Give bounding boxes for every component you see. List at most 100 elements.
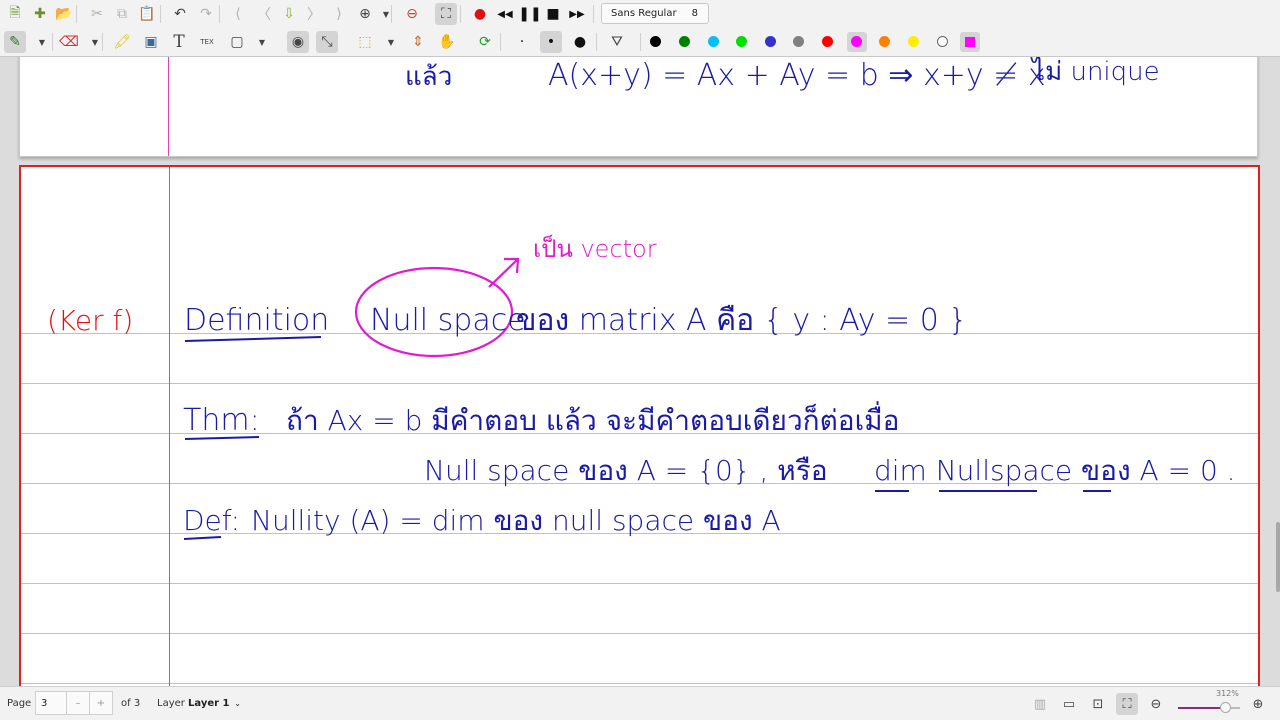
color-swatch[interactable] bbox=[908, 36, 919, 47]
pen-tool-dropdown-icon[interactable]: ▼ bbox=[37, 31, 47, 53]
text-tool-icon[interactable]: T bbox=[168, 31, 190, 53]
color-swatch[interactable] bbox=[650, 36, 661, 47]
presentation-mode-icon[interactable]: ▭ bbox=[1058, 693, 1080, 715]
previous-page-icon[interactable]: 〈 bbox=[253, 3, 275, 25]
insert-page-icon[interactable]: ⊕ bbox=[354, 3, 376, 25]
rewind-icon[interactable]: ◀◀ bbox=[494, 3, 516, 25]
color-swatch[interactable] bbox=[793, 36, 804, 47]
ink-thm-label: Thm: bbox=[183, 403, 260, 438]
thick-size-icon[interactable]: ● bbox=[569, 31, 591, 53]
pen-tool-icon[interactable]: ✎ bbox=[4, 31, 26, 53]
ink-math-axy: A(x+y) = Ax + Ay = b ⇒ x+y ≠ x bbox=[548, 58, 1046, 93]
open-folder-icon[interactable]: 📂 bbox=[53, 3, 75, 25]
page-number-input[interactable]: 3 bbox=[35, 691, 67, 715]
color-swatch[interactable] bbox=[708, 36, 719, 47]
shape-tool-icon[interactable]: ▢ bbox=[226, 31, 248, 53]
stop-icon[interactable]: ■ bbox=[542, 3, 564, 25]
zoom-slider-track[interactable] bbox=[1178, 707, 1226, 709]
ink-null-space: Null space bbox=[370, 303, 526, 338]
ink-def-text: Nullity (A) = dim ของ null space ของ A bbox=[251, 504, 781, 537]
redo-icon[interactable]: ↷ bbox=[195, 3, 217, 25]
record-icon[interactable]: ● bbox=[469, 3, 491, 25]
last-page-icon[interactable]: ⟩ bbox=[328, 3, 350, 25]
zoom-100-icon[interactable]: ⊡ bbox=[1087, 693, 1109, 715]
font-selector-button[interactable]: Sans Regular 8 bbox=[601, 3, 709, 24]
shape-tool-dropdown-icon[interactable]: ▼ bbox=[257, 31, 267, 53]
vertical-scrollbar[interactable] bbox=[1276, 522, 1280, 592]
page-decrement-button[interactable]: – bbox=[66, 691, 90, 715]
ink-annotation-vector: เป็น vector bbox=[533, 234, 657, 263]
page-increment-button[interactable]: + bbox=[89, 691, 113, 715]
custom-color-button[interactable] bbox=[960, 32, 980, 52]
toolbar-separator bbox=[160, 5, 161, 23]
page-count: of 3 bbox=[121, 698, 141, 709]
document-canvas[interactable]: แล้ว A(x+y) = Ax + Ay = b ⇒ x+y ≠ x ไม่ … bbox=[0, 57, 1280, 686]
ink-thm-line2a: Null space ของ A = {0} , หรือ bbox=[424, 454, 828, 487]
toolbar-separator bbox=[596, 33, 597, 51]
fill-icon[interactable]: ⛛ bbox=[606, 31, 628, 53]
tools-toolbar: ✎ ▼ ⌫ ▼ 🖍 ▣ T TEX ▢ ▼ ◉ ⤡ ⬚ ▼ ⇕ ✋ ⟳ · • ● ⛛ bbox=[0, 28, 1280, 57]
custom-color-square-icon bbox=[965, 37, 975, 47]
ink-definition-text: ของ matrix A คือ { y : Ay = 0 } bbox=[516, 303, 967, 338]
layout-pair-icon[interactable]: ▥ bbox=[1029, 693, 1051, 715]
insert-page-dropdown-icon[interactable]: ▼ bbox=[381, 3, 391, 25]
layer-selector[interactable]: Layer 1 ⌄ bbox=[183, 691, 253, 715]
toolbar-separator bbox=[391, 5, 392, 23]
goto-page-icon[interactable]: ⇩ bbox=[278, 3, 300, 25]
ink-definition-label: Definition bbox=[184, 303, 329, 338]
highlighter-tool-icon[interactable]: 🖍 bbox=[111, 31, 133, 53]
first-page-icon[interactable]: ⟨ bbox=[227, 3, 249, 25]
zoom-out-icon[interactable]: ⊖ bbox=[1145, 693, 1167, 715]
zoom-fit-icon[interactable]: ⛶ bbox=[1116, 693, 1138, 715]
fast-forward-icon[interactable]: ▶▶ bbox=[566, 3, 588, 25]
toolbar-separator bbox=[460, 5, 461, 23]
layer-label: Layer bbox=[157, 698, 185, 709]
cut-icon[interactable]: ✂ bbox=[86, 3, 108, 25]
new-document-icon[interactable]: 🗎 bbox=[4, 3, 26, 25]
ink-thm-line1: ถ้า Ax = b มีคำตอบ แล้ว จะมีคำตอบเดียวก็… bbox=[286, 401, 899, 437]
delete-page-icon[interactable]: ⊖ bbox=[401, 3, 423, 25]
ink-def-label: Def: bbox=[183, 504, 240, 537]
vertical-space-icon[interactable]: ⇕ bbox=[407, 31, 429, 53]
page-previous[interactable]: แล้ว A(x+y) = Ax + Ay = b ⇒ x+y ≠ x ไม่ … bbox=[19, 57, 1258, 157]
hand-tool-icon[interactable]: ✋ bbox=[436, 31, 458, 53]
page-label: Page bbox=[7, 698, 32, 709]
ink-layer-previous: แล้ว A(x+y) = Ax + Ay = b ⇒ x+y ≠ x ไม่ … bbox=[405, 57, 1160, 93]
select-rect-dropdown-icon[interactable]: ▼ bbox=[386, 31, 396, 53]
font-name: Sans Regular bbox=[611, 8, 677, 19]
shape-recognizer-icon[interactable]: ◉ bbox=[287, 31, 309, 53]
fine-size-icon[interactable]: · bbox=[511, 31, 533, 53]
color-swatch[interactable] bbox=[736, 36, 747, 47]
paste-icon[interactable]: 📋 bbox=[136, 3, 158, 25]
pause-icon[interactable]: ❚❚ bbox=[518, 3, 541, 25]
image-tool-icon[interactable]: ▣ bbox=[140, 31, 162, 53]
layer-value: Layer 1 bbox=[188, 697, 230, 709]
copy-icon[interactable]: ⧉ bbox=[111, 3, 133, 25]
select-rect-icon[interactable]: ⬚ bbox=[354, 31, 376, 53]
medium-size-icon[interactable]: • bbox=[540, 31, 562, 53]
new-page-icon[interactable]: ✚ bbox=[29, 3, 51, 25]
zoom-in-icon[interactable]: ⊕ bbox=[1247, 693, 1269, 715]
ruler-tool-icon[interactable]: ⤡ bbox=[316, 31, 338, 53]
toolbar-separator bbox=[76, 5, 77, 23]
eraser-tool-icon[interactable]: ⌫ bbox=[58, 31, 80, 53]
chevron-down-icon: ⌄ bbox=[234, 698, 241, 708]
toolbar-separator bbox=[219, 5, 220, 23]
color-swatch[interactable] bbox=[822, 36, 833, 47]
color-swatch[interactable] bbox=[937, 36, 948, 47]
zoom-slider-handle[interactable] bbox=[1220, 702, 1231, 713]
next-page-icon[interactable]: 〉 bbox=[303, 3, 325, 25]
refresh-icon[interactable]: ⟳ bbox=[474, 31, 496, 53]
ink-thm-line2b: dim Nullspace ของ A = 0 . bbox=[874, 454, 1236, 487]
toolbar-separator bbox=[102, 33, 103, 51]
undo-icon[interactable]: ↶ bbox=[169, 3, 191, 25]
color-swatch[interactable] bbox=[879, 36, 890, 47]
eraser-tool-dropdown-icon[interactable]: ▼ bbox=[90, 31, 100, 53]
toolbar-separator bbox=[593, 5, 594, 23]
latex-tool-icon[interactable]: TEX bbox=[196, 31, 218, 53]
fullscreen-icon[interactable]: ⛶ bbox=[435, 3, 457, 25]
color-swatch[interactable] bbox=[679, 36, 690, 47]
color-swatch[interactable] bbox=[765, 36, 776, 47]
page-current[interactable]: เป็น vector (Ker f) Definition Null spac… bbox=[19, 165, 1260, 686]
color-swatch[interactable] bbox=[851, 36, 862, 47]
